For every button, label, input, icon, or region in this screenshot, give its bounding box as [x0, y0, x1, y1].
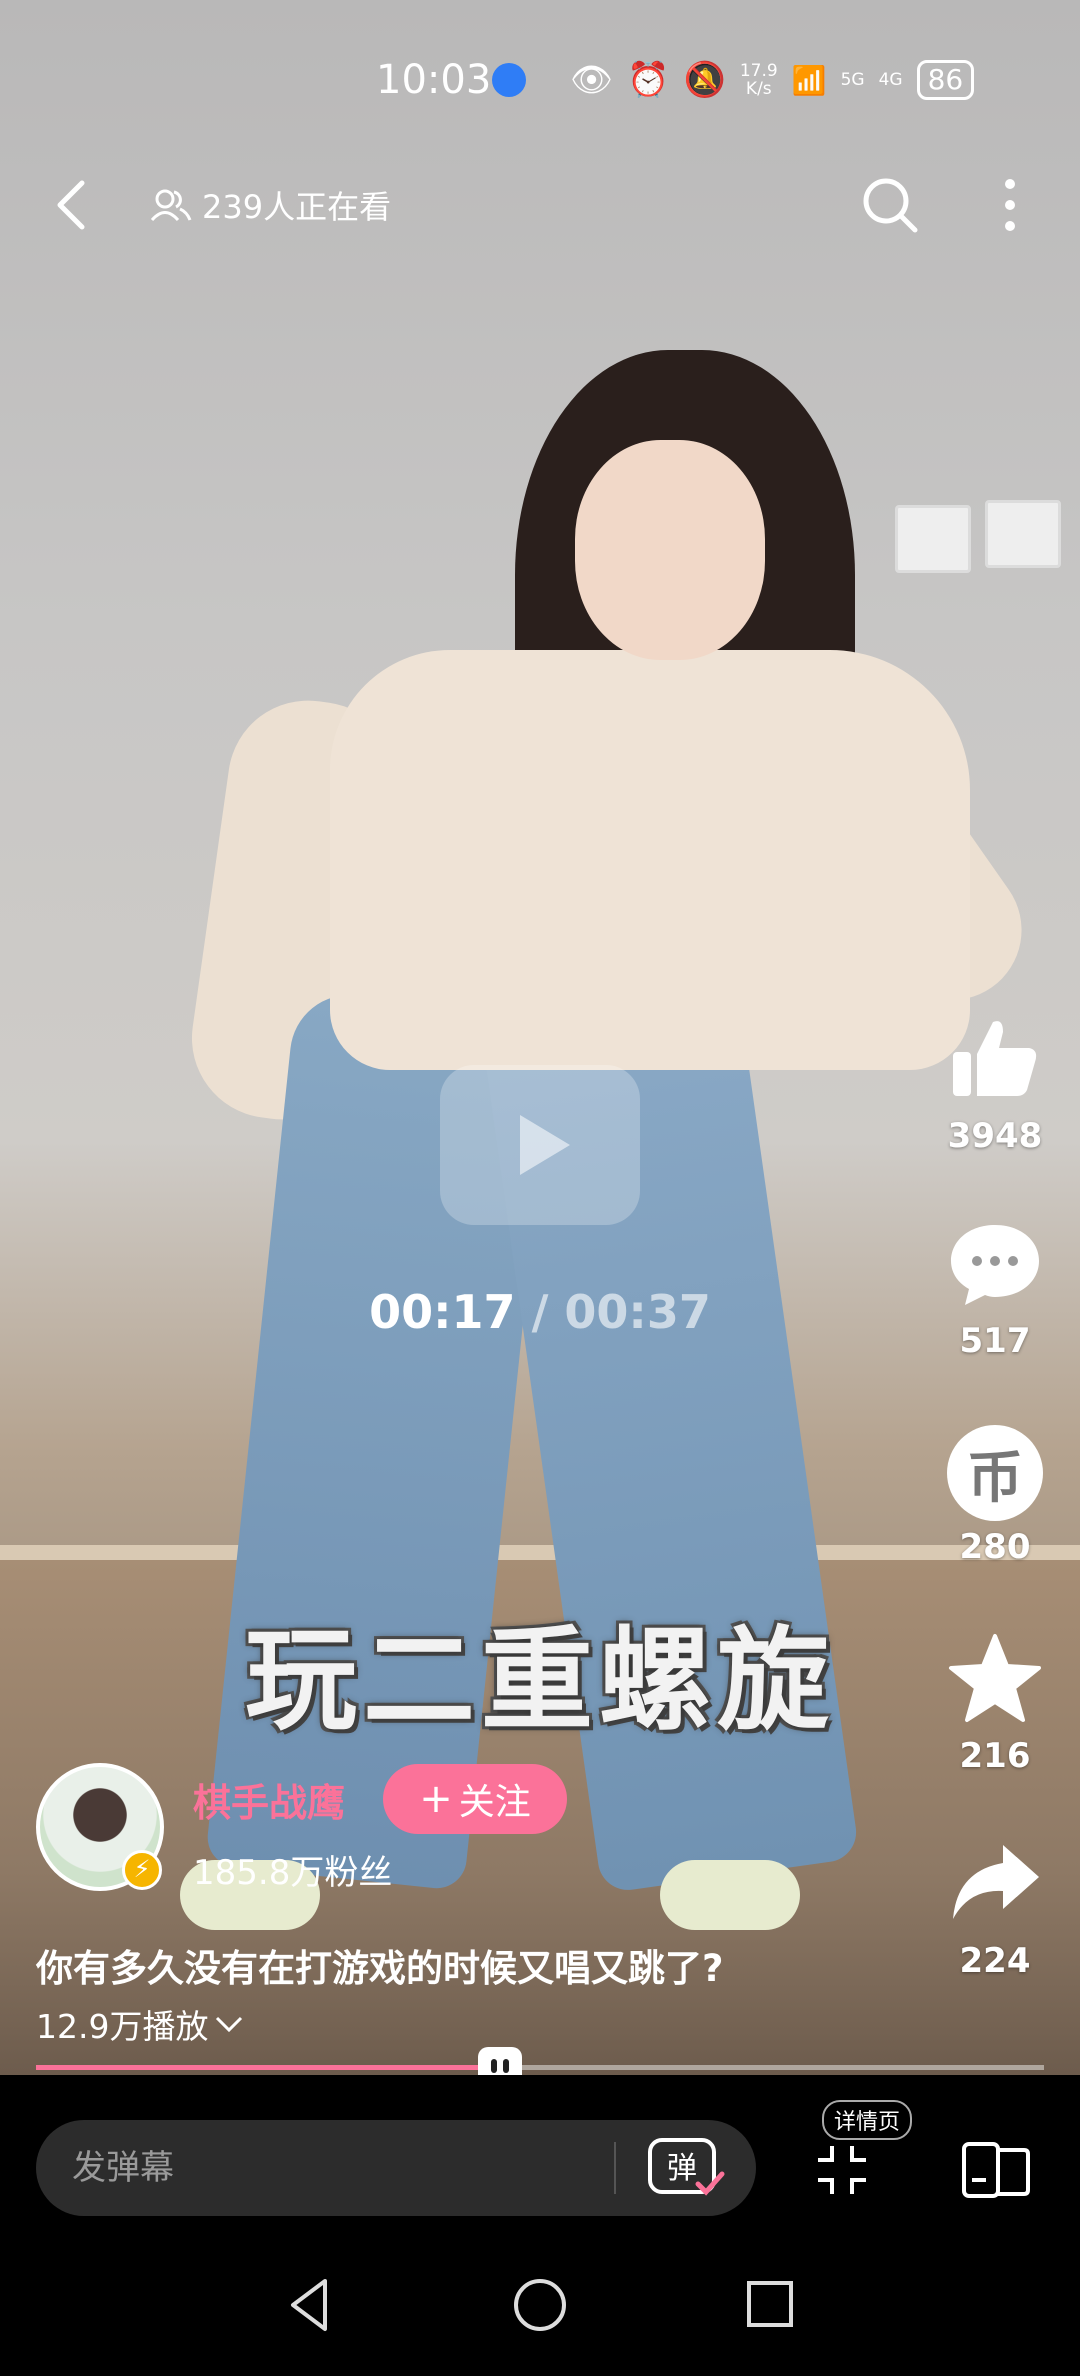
- danmaku-toggle-icon[interactable]: 弹: [646, 2134, 726, 2200]
- play-icon: [520, 1115, 570, 1175]
- chevron-down-icon: [216, 2016, 243, 2033]
- time-separator: /: [515, 1285, 565, 1339]
- notification-icon: [492, 63, 526, 97]
- share-button[interactable]: 224: [930, 1835, 1060, 1981]
- verified-badge-icon: ⚡: [122, 1850, 162, 1890]
- favorite-icon: [949, 1634, 1041, 1722]
- video-subtitle: 玩二重螺旋: [245, 1616, 835, 1746]
- collapse-icon[interactable]: [812, 2140, 872, 2200]
- favorite-button[interactable]: 216: [930, 1630, 1060, 1776]
- viewers-icon: [150, 189, 192, 222]
- plus-icon: +: [419, 1776, 453, 1822]
- wall-switch: [895, 505, 971, 573]
- nav-back-icon[interactable]: [285, 2275, 335, 2335]
- progress-fill: [36, 2065, 500, 2070]
- mute-icon: 🔕: [683, 60, 726, 100]
- dancer-shoe: [660, 1860, 800, 1930]
- danmaku-input-box[interactable]: 弹: [36, 2120, 756, 2216]
- back-icon[interactable]: [42, 175, 102, 235]
- more-icon[interactable]: [985, 170, 1035, 240]
- wifi-icon: 📶: [791, 63, 827, 97]
- divider: [614, 2142, 616, 2194]
- status-time: 10:03: [376, 57, 492, 103]
- play-count[interactable]: 12.9万播放: [36, 2000, 244, 2048]
- signal-4g: 4G: [878, 70, 903, 90]
- author-name[interactable]: 棋手战鹰: [193, 1772, 345, 1827]
- system-nav-bar: [0, 2235, 1080, 2376]
- fan-count: 185.8万粉丝: [193, 1853, 393, 1893]
- signal-5g: 5G: [840, 70, 865, 90]
- dancer-face: [575, 440, 765, 660]
- search-icon[interactable]: [855, 170, 925, 240]
- play-count-text: 12.9万播放: [36, 2007, 209, 2046]
- detail-page-label: 详情页: [822, 2100, 913, 2140]
- share-count: 224: [959, 1941, 1031, 1981]
- status-bar: 10:03 👁 ⏰ 🔕 17.9 K/s 📶 5G 4G 86: [0, 40, 1080, 120]
- time-display: 00:17 / 00:37: [0, 1285, 1080, 1339]
- coin-count: 280: [959, 1527, 1031, 1567]
- share-icon: [953, 1845, 1039, 1919]
- net-speed: 17.9 K/s: [740, 62, 778, 98]
- like-button[interactable]: 3948: [930, 1010, 1060, 1156]
- wall-switch: [985, 500, 1061, 568]
- follow-button[interactable]: + 关注: [383, 1764, 567, 1834]
- video-player[interactable]: [0, 0, 1080, 2075]
- danmaku-toggle-text: 弹: [667, 2151, 697, 2186]
- coin-icon: 币: [947, 1425, 1043, 1521]
- current-time: 00:17: [369, 1285, 516, 1339]
- progress-bar[interactable]: [36, 2047, 1044, 2087]
- alarm-icon: ⏰: [627, 60, 670, 100]
- net-speed-value: 17.9: [739, 61, 778, 81]
- comment-button[interactable]: 517: [930, 1215, 1060, 1361]
- play-button[interactable]: [440, 1065, 640, 1225]
- bottom-bar: 弹 详情页: [0, 2075, 1080, 2235]
- battery-indicator: 86: [916, 60, 975, 100]
- comment-icon: [951, 1225, 1039, 1305]
- nav-recent-icon[interactable]: [745, 2279, 795, 2329]
- net-speed-unit: K/s: [745, 79, 772, 99]
- eye-icon: 👁: [570, 60, 614, 100]
- follow-label: 关注: [458, 1782, 531, 1823]
- like-count: 3948: [947, 1116, 1043, 1156]
- comment-count: 517: [959, 1321, 1031, 1361]
- favorite-count: 216: [959, 1736, 1031, 1776]
- video-title: 你有多久没有在打游戏的时候又唱又跳了?: [36, 1947, 724, 1990]
- viewer-count-text: 239人正在看: [202, 188, 392, 226]
- rotate-icon[interactable]: [960, 2140, 1032, 2200]
- status-icons: 👁 ⏰ 🔕 17.9 K/s 📶 5G 4G 86: [570, 60, 975, 100]
- coin-button[interactable]: 币 280: [930, 1425, 1060, 1567]
- viewer-count: 239人正在看: [150, 182, 391, 228]
- dancer-shirt: [330, 650, 970, 1070]
- top-nav: 239人正在看: [0, 160, 1080, 250]
- danmaku-input[interactable]: [36, 2148, 596, 2188]
- duration: 00:37: [564, 1285, 711, 1339]
- like-icon: [953, 1021, 1037, 1096]
- nav-home-icon[interactable]: [512, 2277, 568, 2333]
